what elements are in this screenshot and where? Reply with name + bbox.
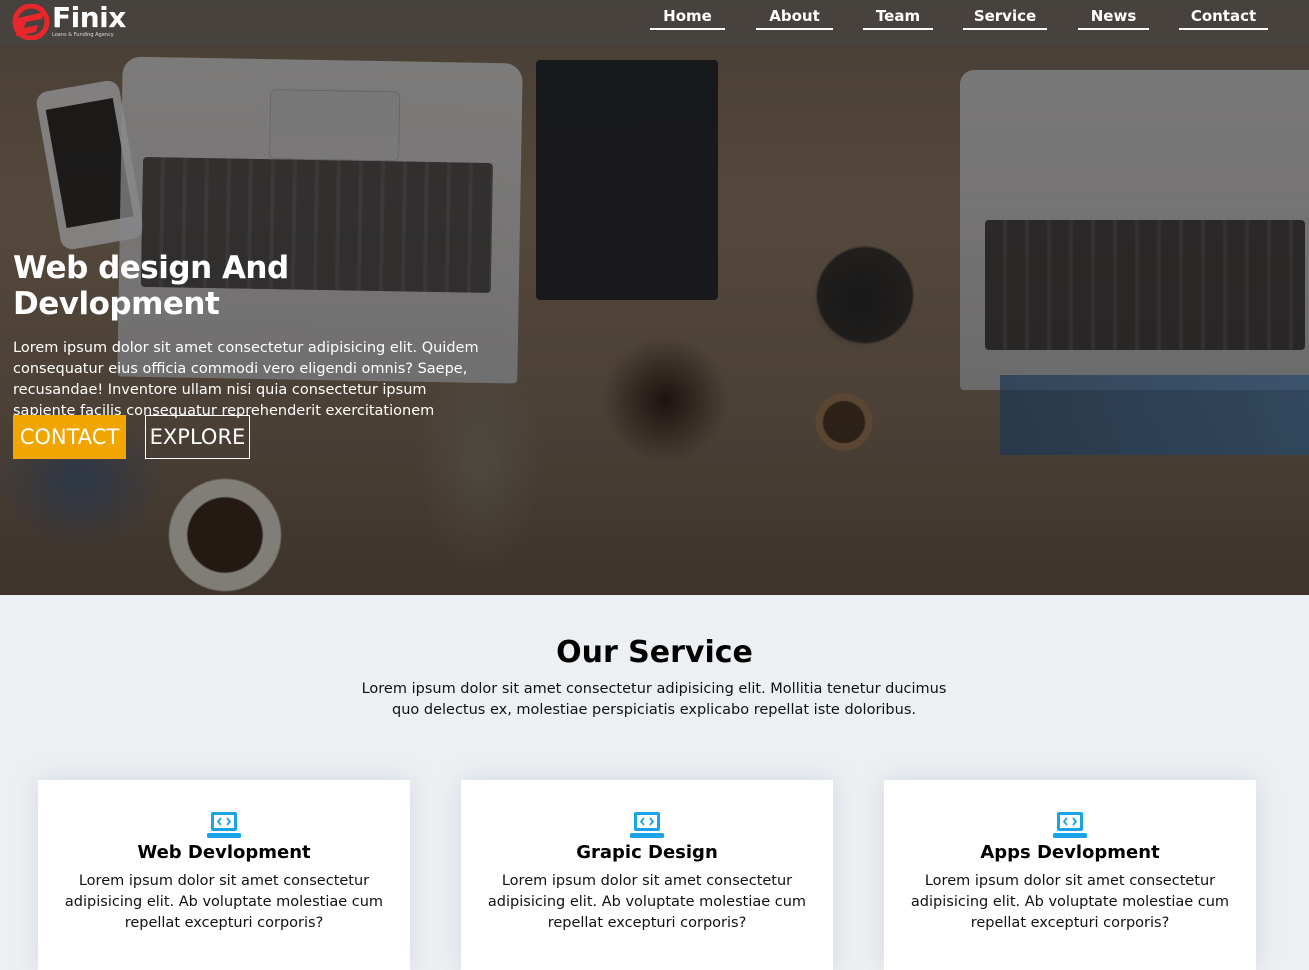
- service-title: Our Service: [556, 635, 753, 670]
- service-card-graphic: Grapic Design Lorem ipsum dolor sit amet…: [461, 780, 833, 970]
- hero-buttons: CONTACT EXPLORE: [13, 415, 250, 459]
- explore-button[interactable]: EXPLORE: [145, 415, 250, 459]
- service-section: Our Service Lorem ipsum dolor sit amet c…: [0, 595, 1309, 970]
- nav-news[interactable]: News: [1078, 7, 1149, 30]
- contact-button[interactable]: CONTACT: [13, 415, 126, 459]
- service-description: Lorem ipsum dolor sit amet consectetur a…: [361, 681, 947, 718]
- nav-links: Home About Team Service News Contact: [0, 0, 1309, 45]
- hero-title: Web design And Devlopment: [13, 250, 289, 322]
- nav-service[interactable]: Service: [963, 7, 1047, 30]
- nav-team[interactable]: Team: [863, 7, 933, 30]
- nav-about[interactable]: About: [756, 7, 833, 30]
- service-card-web: Web Devlopment Lorem ipsum dolor sit ame…: [38, 780, 410, 970]
- laptop-code-icon: [630, 812, 664, 838]
- card-title: Grapic Design: [576, 842, 718, 863]
- hero-section: Finix Loans & Funding Agency Home About …: [0, 0, 1309, 595]
- navbar: Finix Loans & Funding Agency Home About …: [0, 0, 1309, 45]
- card-title: Apps Devlopment: [980, 842, 1160, 863]
- card-text: Lorem ipsum dolor sit amet consectetur a…: [64, 873, 384, 931]
- card-title: Web Devlopment: [137, 842, 311, 863]
- nav-home[interactable]: Home: [650, 7, 725, 30]
- service-card-apps: Apps Devlopment Lorem ipsum dolor sit am…: [884, 780, 1256, 970]
- laptop-code-icon: [207, 812, 241, 838]
- card-text: Lorem ipsum dolor sit amet consectetur a…: [910, 873, 1230, 931]
- nav-contact[interactable]: Contact: [1179, 7, 1268, 30]
- laptop-code-icon: [1053, 812, 1087, 838]
- card-text: Lorem ipsum dolor sit amet consectetur a…: [487, 873, 807, 931]
